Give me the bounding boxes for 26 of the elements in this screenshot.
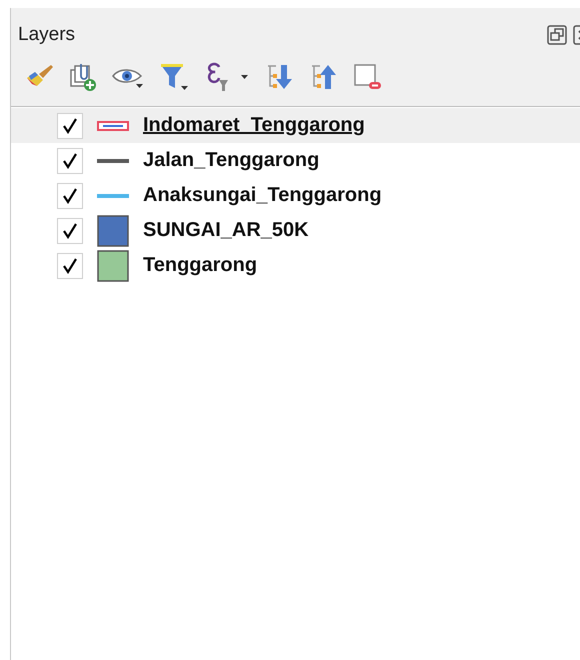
check-icon <box>62 118 78 134</box>
layer-name: Jalan_Tenggarong <box>143 149 320 172</box>
check-icon <box>62 222 78 238</box>
check-icon <box>62 152 78 168</box>
layer-checkbox[interactable] <box>57 252 83 278</box>
layer-name: Indomaret_Tenggarong <box>143 114 365 137</box>
layer-name: Anaksungai_Tenggarong <box>143 184 382 207</box>
check-icon <box>62 188 78 204</box>
layer-row[interactable]: Indomaret_Tenggarong <box>11 108 580 143</box>
remove-layer-icon[interactable] <box>353 62 383 92</box>
check-icon <box>62 258 78 274</box>
layer-row[interactable]: SUNGAI_AR_50K <box>11 213 580 248</box>
layer-row[interactable]: Anaksungai_Tenggarong <box>11 178 580 213</box>
layer-name: Tenggarong <box>143 254 258 277</box>
layer-name: SUNGAI_AR_50K <box>143 219 309 242</box>
layer-checkbox[interactable] <box>57 148 83 174</box>
float-button[interactable] <box>546 24 568 46</box>
layer-checkbox[interactable] <box>57 112 83 138</box>
expression-filter-icon[interactable] <box>205 62 251 92</box>
layer-checkbox[interactable] <box>57 218 83 244</box>
layer-row[interactable]: Jalan_Tenggarong <box>11 143 580 178</box>
layer-checkbox[interactable] <box>57 182 83 208</box>
layer-row[interactable]: Tenggarong <box>11 248 580 283</box>
panel-title: Layers <box>18 24 76 46</box>
add-group-icon[interactable] <box>69 62 97 92</box>
filter-icon[interactable] <box>159 62 191 92</box>
